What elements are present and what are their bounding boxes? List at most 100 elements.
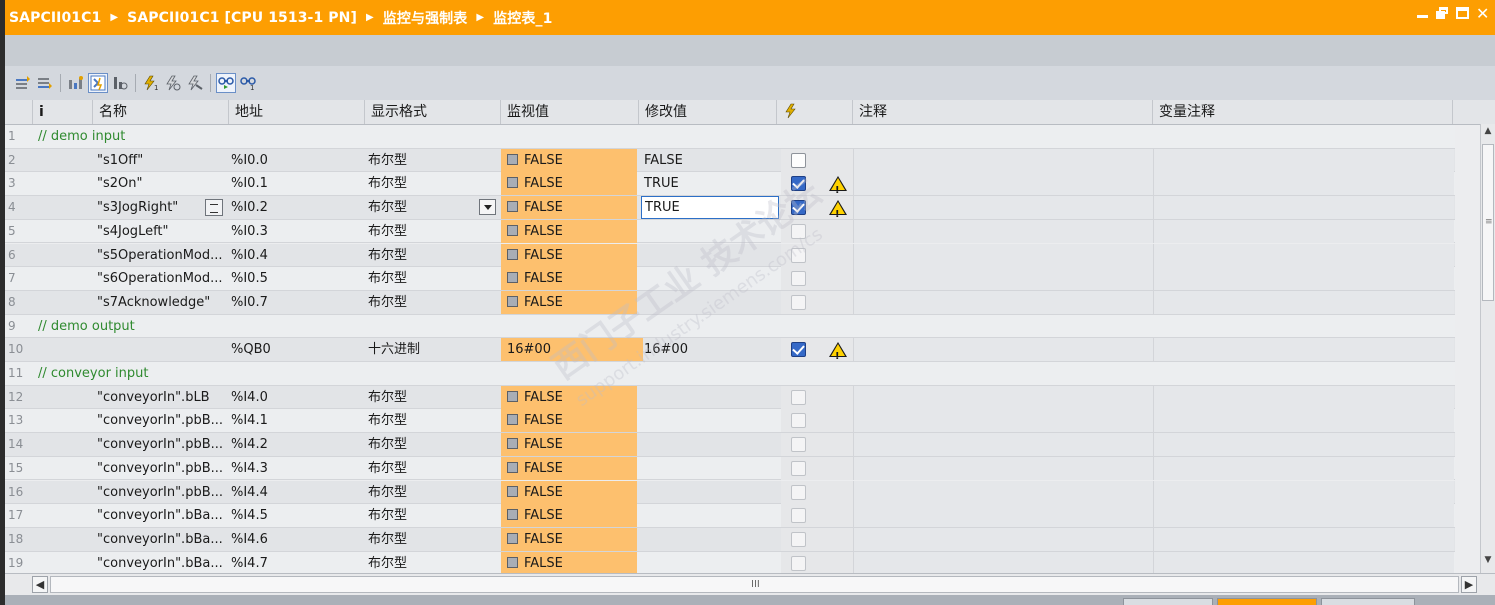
tag-name[interactable]: "s1Off"	[93, 149, 233, 172]
monitor-now-icon[interactable]: 1	[238, 73, 258, 93]
row-number[interactable]: 9	[5, 315, 36, 338]
tag-name[interactable]: "conveyorIn".bBa...	[93, 504, 233, 527]
header-name[interactable]: 名称	[93, 100, 229, 124]
scroll-up-icon[interactable]: ▲	[1482, 126, 1494, 140]
tag-name[interactable]: "s4JogLeft"	[93, 220, 233, 243]
header-variable-comment[interactable]: 变量注释	[1153, 100, 1453, 124]
variable-comment-cell[interactable]	[1153, 504, 1454, 528]
row-number[interactable]: 7	[5, 267, 36, 290]
horizontal-scrollbar[interactable]: ◀ III ▶	[5, 573, 1495, 595]
modify-value[interactable]	[641, 433, 782, 456]
vertical-scroll-thumb[interactable]: ≡	[1482, 144, 1494, 301]
tag-name[interactable]: "s7Acknowledge"	[93, 291, 233, 314]
tag-address[interactable]: %I0.4	[231, 244, 361, 267]
display-format[interactable]: 布尔型	[368, 457, 498, 480]
row-comment-text[interactable]: // demo input	[38, 125, 125, 148]
bottom-tab-active[interactable]	[1217, 598, 1317, 605]
comment-cell[interactable]	[853, 172, 1154, 196]
row-number[interactable]: 8	[5, 291, 36, 314]
tag-name[interactable]: "s6OperationMod...	[93, 267, 233, 290]
variable-comment-cell[interactable]	[1153, 219, 1454, 243]
variable-comment-cell[interactable]	[1153, 409, 1454, 433]
modify-checkbox[interactable]	[791, 152, 806, 168]
modify-value[interactable]: TRUE	[641, 172, 782, 195]
display-format[interactable]: 布尔型	[368, 386, 498, 409]
modify-checkbox[interactable]	[791, 176, 806, 192]
row-number[interactable]: 19	[5, 552, 36, 573]
comment-cell[interactable]	[853, 290, 1154, 314]
header-modify-value[interactable]: 修改值	[639, 100, 777, 124]
table-row[interactable]: 19 "conveyorIn".bBa... %I4.7 布尔型 FALSE	[5, 551, 1455, 573]
variable-comment-cell[interactable]	[1153, 243, 1454, 267]
row-number[interactable]: 16	[5, 481, 36, 504]
modify-value[interactable]	[641, 504, 782, 527]
row-number[interactable]: 6	[5, 244, 36, 267]
header-info[interactable]: i	[33, 100, 93, 124]
comment-row[interactable]: 11// conveyor input	[5, 362, 1455, 386]
display-format[interactable]: 布尔型	[368, 528, 498, 551]
row-number[interactable]: 13	[5, 409, 36, 432]
crumb-watch-force[interactable]: 监控与强制表	[383, 8, 468, 28]
variable-comment-cell[interactable]	[1153, 385, 1454, 409]
restore-icon[interactable]	[1436, 7, 1449, 20]
row-number[interactable]: 10	[5, 338, 36, 361]
display-format[interactable]: 布尔型	[368, 552, 498, 573]
modify-value[interactable]	[641, 220, 782, 243]
comment-cell[interactable]	[853, 551, 1154, 573]
comment-cell[interactable]	[853, 480, 1154, 504]
modify-with-trigger-icon[interactable]	[163, 73, 183, 93]
variable-comment-cell[interactable]	[1153, 267, 1454, 291]
variable-comment-cell[interactable]	[1153, 527, 1454, 551]
insert-comment-icon[interactable]	[66, 73, 86, 93]
comment-cell[interactable]	[853, 243, 1154, 267]
display-format[interactable]: 布尔型	[368, 504, 498, 527]
row-number[interactable]: 2	[5, 149, 36, 172]
table-row[interactable]: 8 "s7Acknowledge" %I0.7 布尔型 FALSE	[5, 290, 1455, 315]
comment-cell[interactable]	[853, 433, 1154, 457]
modify-value[interactable]	[641, 244, 782, 267]
header-monitor-value[interactable]: 监视值	[501, 100, 639, 124]
show-all-columns-icon[interactable]	[88, 73, 108, 93]
modify-value[interactable]	[641, 481, 782, 504]
tag-address[interactable]: %I4.0	[231, 386, 361, 409]
table-row[interactable]: 5 "s4JogLeft" %I0.3 布尔型 FALSE	[5, 219, 1455, 244]
tag-address[interactable]: %I0.0	[231, 149, 361, 172]
row-number[interactable]: 12	[5, 386, 36, 409]
tag-browse-icon[interactable]	[205, 199, 223, 217]
tag-name[interactable]: "conveyorIn".pbB...	[93, 457, 233, 480]
tag-address[interactable]: %I0.7	[231, 291, 361, 314]
tag-name[interactable]: "conveyorIn".pbB...	[93, 433, 233, 456]
modify-value-input[interactable]: TRUE	[641, 196, 779, 220]
tag-name[interactable]	[93, 338, 233, 361]
variable-comment-cell[interactable]	[1153, 290, 1454, 314]
table-row[interactable]: 4 "s3JogRight" %I0.2 布尔型 FALSE TRUE	[5, 196, 1455, 220]
variable-comment-cell[interactable]	[1153, 480, 1454, 504]
header-display-format[interactable]: 显示格式	[365, 100, 501, 124]
row-number[interactable]: 1	[5, 125, 36, 148]
horizontal-scroll-thumb[interactable]: III	[50, 576, 1459, 593]
variable-comment-cell[interactable]	[1153, 338, 1454, 362]
tag-name[interactable]: "s5OperationMod...	[93, 244, 233, 267]
row-comment-text[interactable]: // conveyor input	[38, 362, 149, 385]
comment-cell[interactable]	[853, 385, 1154, 409]
variable-comment-cell[interactable]	[1153, 551, 1454, 573]
variable-comment-cell[interactable]	[1153, 196, 1454, 220]
display-format[interactable]: 布尔型	[368, 172, 498, 195]
display-format[interactable]: 十六进制	[368, 338, 498, 361]
comment-cell[interactable]	[853, 196, 1154, 220]
header-modify-flag[interactable]	[777, 100, 853, 124]
modify-checkbox[interactable]	[791, 200, 806, 216]
row-number[interactable]: 14	[5, 433, 36, 456]
display-format[interactable]: 布尔型	[368, 433, 498, 456]
format-dropdown-icon[interactable]	[479, 199, 496, 216]
vertical-scrollbar[interactable]: ▲ ≡ ▼	[1480, 124, 1495, 573]
modify-value[interactable]	[641, 528, 782, 551]
tag-address[interactable]: %I0.2	[231, 196, 361, 219]
row-number[interactable]: 15	[5, 457, 36, 480]
table-row[interactable]: 12 "conveyorIn".bLB %I4.0 布尔型 FALSE	[5, 385, 1455, 410]
bottom-tab[interactable]	[1123, 598, 1213, 605]
table-row[interactable]: 13 "conveyorIn".pbB... %I4.1 布尔型 FALSE	[5, 409, 1455, 434]
table-row[interactable]: 3 "s2On" %I0.1 布尔型 FALSE TRUE	[5, 172, 1455, 197]
modify-value[interactable]	[641, 291, 782, 314]
modify-value[interactable]	[641, 552, 782, 573]
